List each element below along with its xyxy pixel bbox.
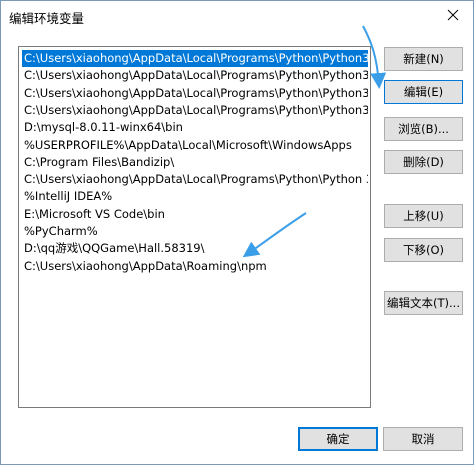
path-list-item[interactable]: %USERPROFILE%\AppData\Local\Microsoft\Wi… — [22, 137, 368, 154]
browse-button[interactable]: 浏览(B)... — [384, 117, 463, 141]
close-icon — [447, 9, 459, 21]
move-up-button[interactable]: 上移(U) — [384, 204, 463, 228]
path-list-item[interactable]: %PyCharm% — [22, 223, 368, 240]
dialog-title: 编辑环境变量 — [9, 11, 85, 26]
close-button[interactable] — [439, 4, 467, 26]
path-list-item[interactable]: C:\Users\xiaohong\AppData\Local\Programs… — [22, 50, 368, 67]
edit-button[interactable]: 编辑(E) — [384, 80, 463, 104]
path-list-item[interactable]: D:\mysql-8.0.11-winx64\bin — [22, 119, 368, 136]
path-list-item[interactable]: D:\qq游戏\QQGame\Hall.58319\ — [22, 240, 368, 257]
delete-button[interactable]: 删除(D) — [384, 150, 463, 174]
move-down-button[interactable]: 下移(O) — [384, 238, 463, 262]
title-bar: 编辑环境变量 — [1, 1, 473, 31]
path-list-item[interactable]: C:\Users\xiaohong\AppData\Local\Programs… — [22, 102, 368, 119]
ok-button[interactable]: 确定 — [298, 427, 378, 451]
edit-env-variable-dialog: 编辑环境变量 C:\Users\xiaohong\AppData\Local\P… — [0, 0, 474, 465]
path-list-item[interactable]: E:\Microsoft VS Code\bin — [22, 206, 368, 223]
path-list-item[interactable]: C:\Users\xiaohong\AppData\Roaming\npm — [22, 258, 368, 275]
path-list-item[interactable]: C:\Users\xiaohong\AppData\Local\Programs… — [22, 85, 368, 102]
path-list-item[interactable]: %IntelliJ IDEA% — [22, 188, 368, 205]
path-list-item[interactable]: C:\Users\xiaohong\AppData\Local\Programs… — [22, 67, 368, 84]
path-list-item[interactable]: C:\Users\xiaohong\AppData\Local\Programs… — [22, 171, 368, 188]
path-listbox[interactable]: C:\Users\xiaohong\AppData\Local\Programs… — [18, 46, 371, 408]
path-list-item[interactable]: C:\Program Files\Bandizip\ — [22, 154, 368, 171]
cancel-button[interactable]: 取消 — [383, 427, 463, 451]
edit-text-button[interactable]: 编辑文本(T)... — [384, 291, 463, 315]
new-button[interactable]: 新建(N) — [384, 47, 463, 71]
